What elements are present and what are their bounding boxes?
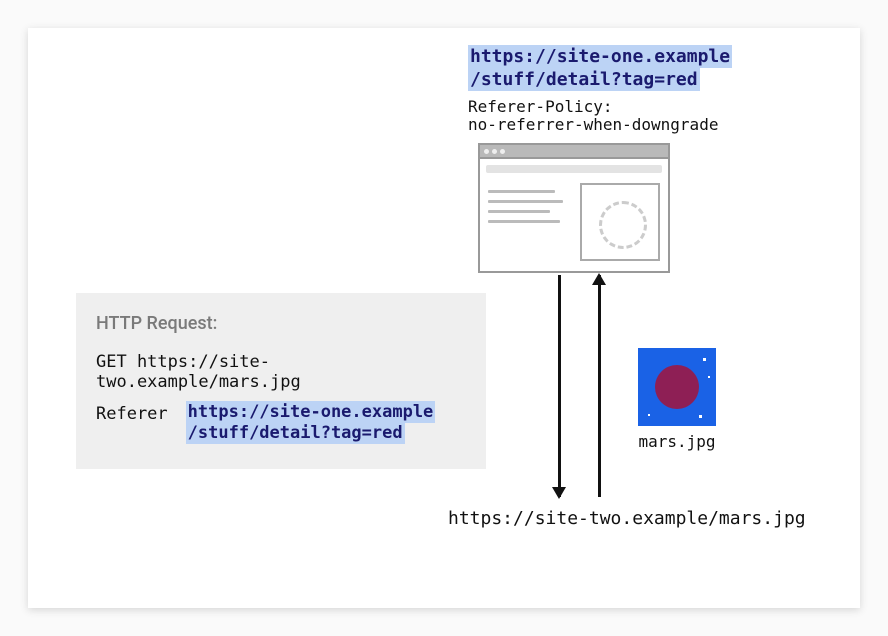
referer-policy: Referer-Policy: no-referrer-when-downgra… — [468, 98, 718, 135]
star-icon — [708, 376, 710, 378]
star-icon — [648, 414, 650, 416]
planet-icon — [655, 365, 699, 409]
image-placeholder-icon — [580, 183, 660, 261]
referer-url-line1: https://site-one.example — [186, 401, 436, 423]
referer-url: https://site-one.example /stuff/detail?t… — [186, 402, 436, 445]
referer-line: Referer https://site-one.example /stuff/… — [96, 402, 466, 445]
response-arrow-up-icon — [598, 275, 601, 497]
browser-titlebar-icon — [480, 145, 668, 159]
origin-url: https://site-one.example /stuff/detail?t… — [468, 46, 732, 91]
policy-header: Referer-Policy: — [468, 97, 613, 116]
star-icon — [699, 415, 702, 418]
destination-url: https://site-two.example/mars.jpg — [448, 508, 806, 529]
origin-url-line1: https://site-one.example — [468, 45, 732, 68]
http-request-title: HTTP Request: — [96, 313, 466, 334]
browser-urlbar-icon — [486, 165, 662, 173]
diagram-canvas: https://site-one.example /stuff/detail?t… — [28, 28, 860, 608]
http-method-line: GET https://site-two.example/mars.jpg — [96, 352, 466, 392]
browser-body — [480, 177, 668, 267]
browser-window-icon — [478, 143, 670, 273]
policy-value: no-referrer-when-downgrade — [468, 115, 718, 134]
text-lines-icon — [488, 183, 570, 261]
mars-image-icon — [638, 348, 716, 426]
referer-url-line2: /stuff/detail?tag=red — [186, 422, 405, 444]
request-arrow-down-icon — [558, 275, 561, 497]
mars-filename: mars.jpg — [638, 432, 716, 451]
referer-label: Referer — [96, 402, 168, 424]
star-icon — [703, 358, 706, 361]
http-request-box: HTTP Request: GET https://site-two.examp… — [76, 293, 486, 469]
origin-url-line2: /stuff/detail?tag=red — [468, 68, 700, 91]
